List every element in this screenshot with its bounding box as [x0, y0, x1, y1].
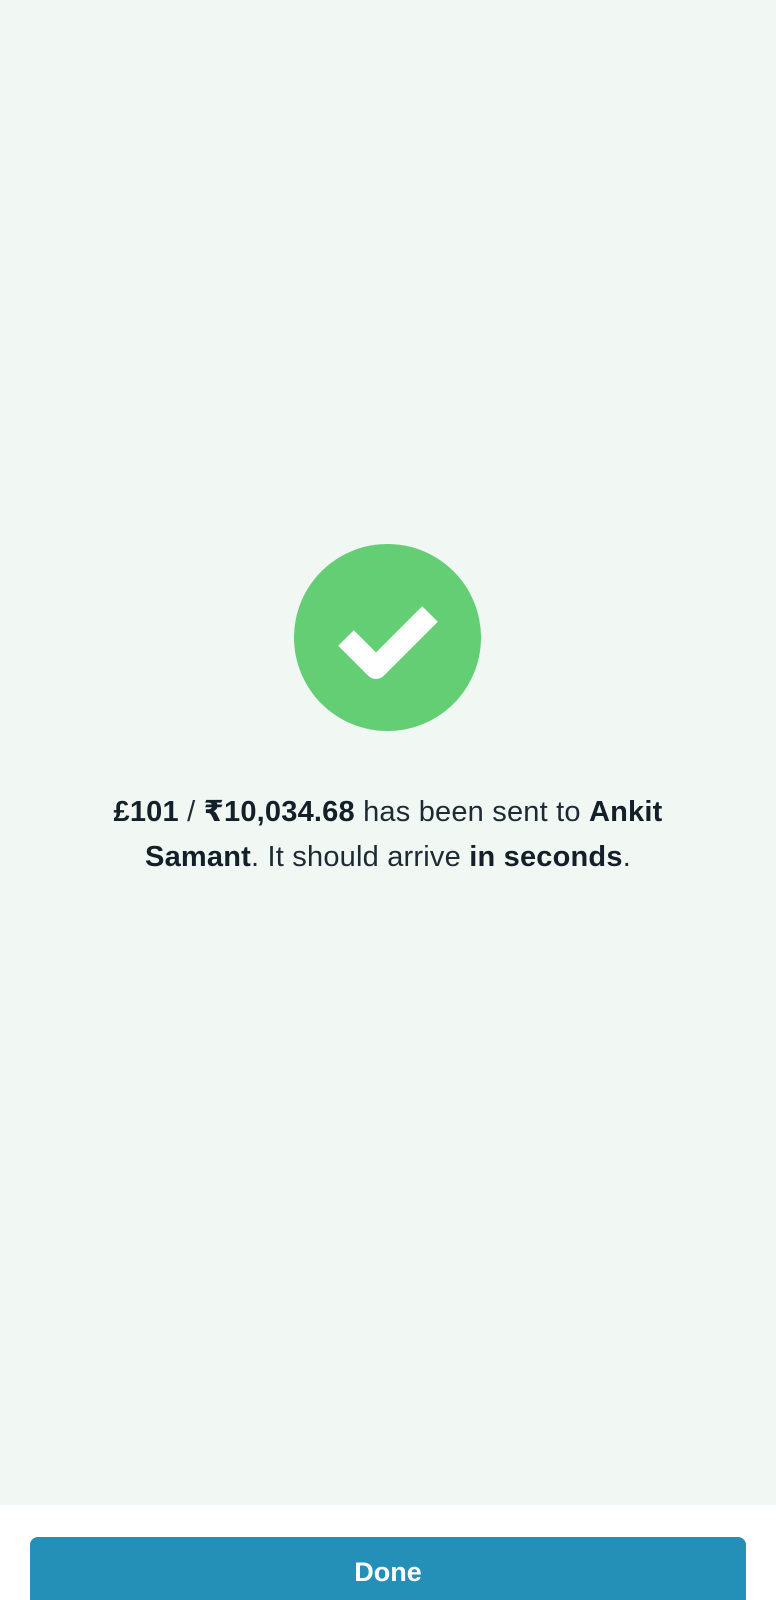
amount-inr: ₹10,034.68 [203, 796, 355, 828]
amount-gbp: £101 [113, 796, 179, 828]
check-icon [338, 606, 438, 679]
done-button-label: Done [354, 1557, 422, 1587]
success-check-icon [294, 544, 481, 731]
arrive-text: . It should arrive [251, 841, 470, 873]
message-end: . [622, 841, 631, 873]
success-screen: £101 / ₹10,034.68 has been sent to Ankit… [0, 0, 776, 1505]
confirmation-message: £101 / ₹10,034.68 has been sent to Ankit… [60, 790, 716, 880]
arrival-time: in seconds [469, 841, 623, 873]
sent-text: has been sent to [354, 796, 589, 828]
footer: Done [0, 1505, 776, 1600]
done-button[interactable]: Done [30, 1537, 746, 1600]
amount-separator: / [178, 796, 204, 828]
